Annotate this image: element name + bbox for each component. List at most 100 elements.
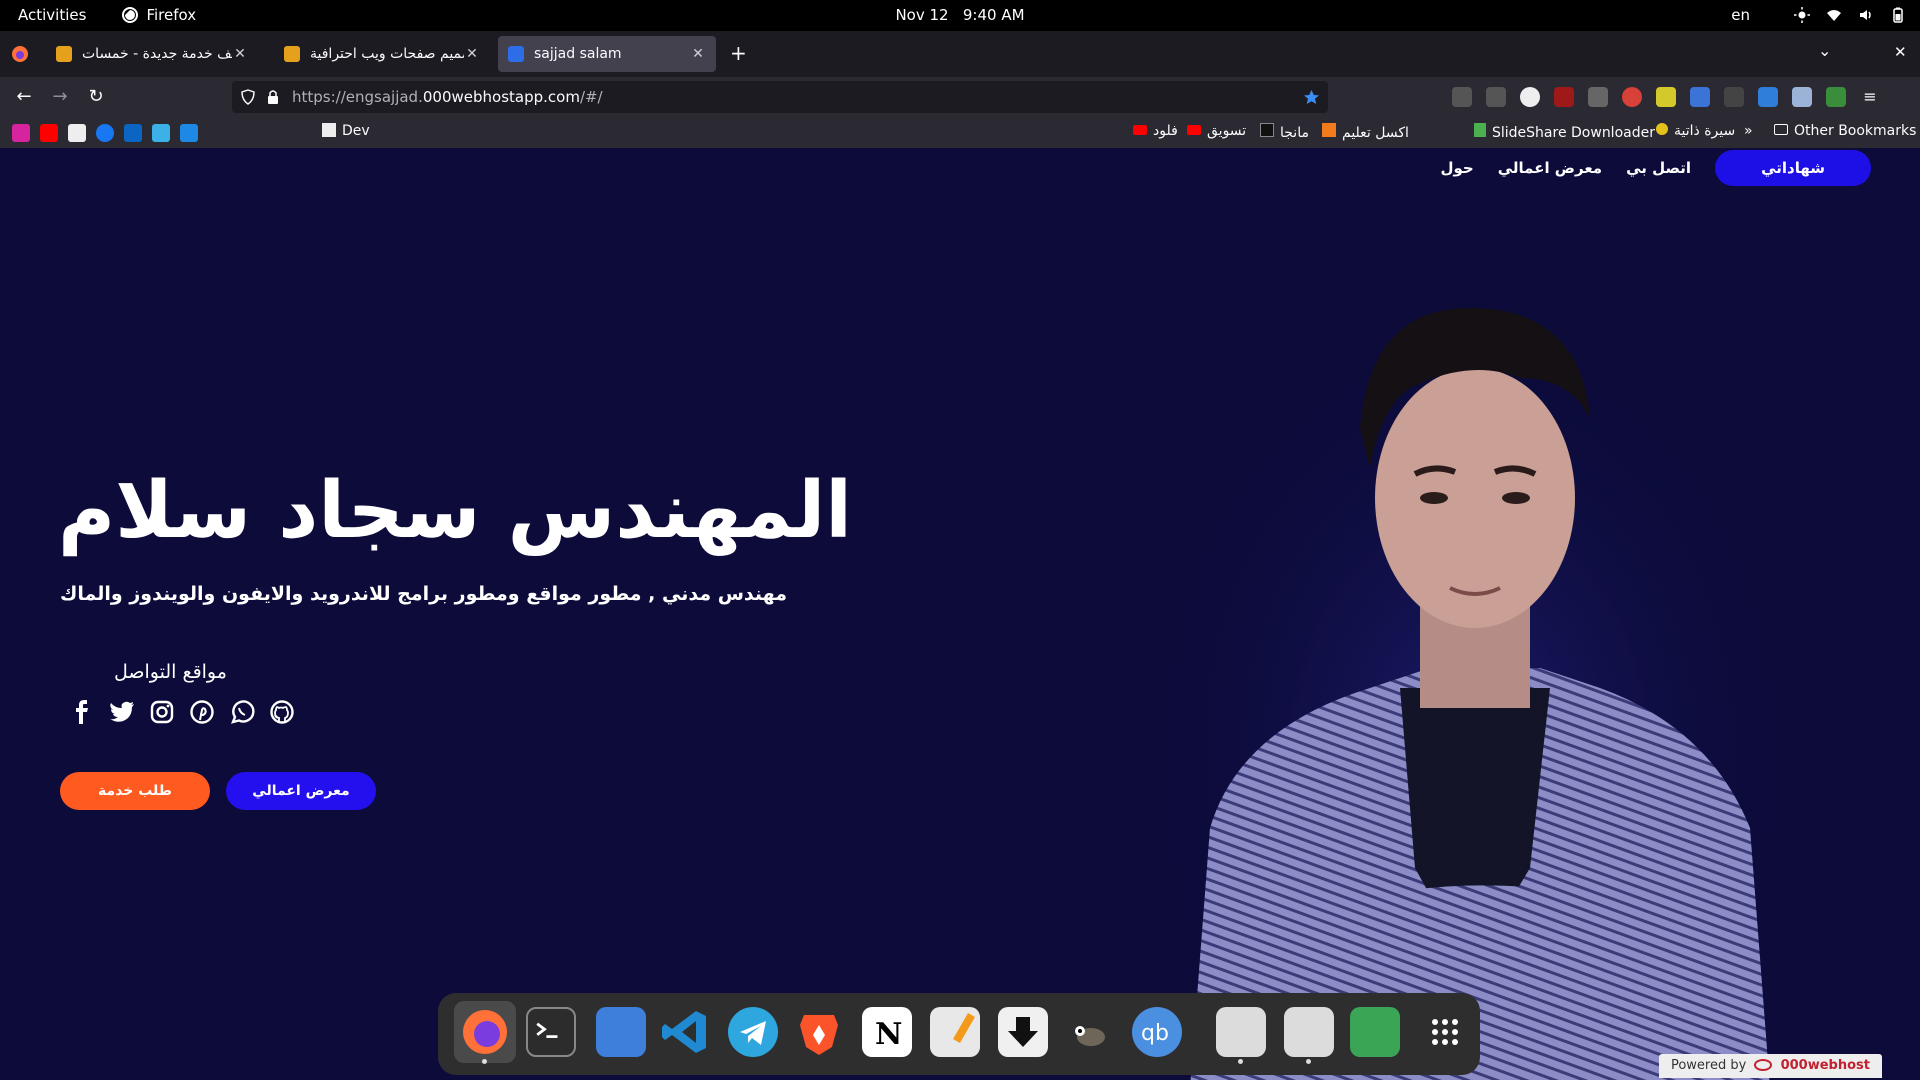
facebook-bookmark-icon[interactable] [96, 124, 114, 142]
slideshare-icon [1474, 123, 1486, 137]
brave-dock-icon[interactable] [794, 1007, 844, 1057]
translate-icon[interactable] [1690, 87, 1710, 107]
wikipedia-extension-icon[interactable] [1520, 87, 1540, 107]
forward-button[interactable]: → [48, 85, 72, 109]
youtube-icon [1133, 125, 1147, 135]
github-icon[interactable] [268, 698, 296, 726]
bookmark-manga[interactable]: مانجا [1260, 123, 1309, 141]
web-page: شهاداتي اتصل بي معرض اعمالي حول المهندس … [0, 148, 1920, 1080]
battery-icon[interactable] [1890, 7, 1906, 23]
tab-title: sajjad salam [534, 46, 622, 62]
webhost-logo-icon [1754, 1059, 1773, 1071]
text-editor-dock-icon[interactable] [930, 1007, 980, 1057]
tracking-protection-icon[interactable] [240, 89, 256, 105]
tab-sajjad-salam[interactable]: sajjad salam ✕ [498, 36, 716, 72]
instagram-bookmark-icon[interactable] [12, 124, 30, 142]
bookmark-label: Other Bookmarks [1794, 123, 1917, 139]
volume-icon[interactable] [1858, 7, 1874, 23]
trash-dock-icon[interactable] [1350, 1007, 1400, 1057]
gimp-dock-icon[interactable] [1066, 1007, 1116, 1057]
notion-bookmark-icon[interactable] [68, 124, 86, 142]
clock[interactable]: Nov 12 9:40 AM [0, 6, 1920, 24]
brightness-icon[interactable] [1794, 7, 1810, 23]
telegram-dock-icon[interactable] [728, 1007, 778, 1057]
dark-reader-icon[interactable] [1724, 87, 1744, 107]
new-tab-button[interactable]: + [730, 41, 747, 65]
bookmark-dev[interactable]: Dev [322, 123, 370, 139]
leaf-extension-icon[interactable] [1826, 87, 1846, 107]
files-dock-icon[interactable] [596, 1007, 646, 1057]
firefox-view-icon[interactable] [11, 45, 29, 63]
bookmark-star-icon[interactable] [1303, 89, 1320, 106]
nav-certificates[interactable]: شهاداتي [1715, 150, 1871, 186]
address-bar[interactable]: https://engsajjad.000webhostapp.com/#/ [232, 81, 1328, 113]
pocket-icon[interactable] [1452, 87, 1472, 107]
keyboard-layout[interactable]: en [1731, 6, 1750, 24]
app-menu-icon[interactable]: ≡ [1860, 87, 1880, 107]
window-close-icon[interactable]: ✕ [1894, 43, 1907, 61]
extensions-toolbar: ≡ [1452, 87, 1880, 107]
instagram-icon[interactable] [148, 698, 176, 726]
linkedin-bookmark-icon[interactable] [124, 124, 142, 142]
bookmark-aksel[interactable]: اكسل تعليم [1322, 123, 1409, 141]
bookmark-slideshare[interactable]: SlideShare Downloader [1474, 123, 1655, 141]
youtube-bookmark-icon[interactable] [40, 124, 58, 142]
profile-photo [1170, 268, 1770, 1080]
firefox-dock-icon[interactable] [454, 1001, 516, 1063]
tab-web-design[interactable]: تصميم صفحات ويب احترافية ✕ [274, 36, 490, 72]
social-heading: مواقع التواصل [114, 661, 227, 683]
volume-extension-icon[interactable] [1588, 87, 1608, 107]
record-extension-icon[interactable] [1622, 87, 1642, 107]
reload-button[interactable]: ↻ [84, 85, 108, 109]
whatsapp-icon[interactable] [228, 698, 256, 726]
bookmark-tasweeq[interactable]: تسويق [1187, 123, 1246, 139]
drive-dock-icon-2[interactable] [1284, 1007, 1334, 1057]
lock-icon[interactable] [266, 89, 280, 105]
nav-portfolio[interactable]: معرض اعمالي [1498, 159, 1602, 177]
facebook-icon[interactable] [68, 698, 96, 726]
plane-extension-icon[interactable] [1758, 87, 1778, 107]
drop-bookmark-icon[interactable] [180, 124, 198, 142]
terminal-dock-icon[interactable] [526, 1007, 576, 1057]
qbittorrent-dock-icon[interactable]: qb [1132, 1007, 1182, 1057]
notion-dock-icon[interactable]: N [862, 1007, 912, 1057]
close-tab-icon[interactable]: ✕ [232, 46, 248, 62]
powered-by-text: Powered by [1670, 1058, 1747, 1073]
tab-strip: أضف خدمة جديدة - خمسات ✕ تصميم صفحات ويب… [0, 31, 1920, 77]
sticky-note-icon[interactable] [1656, 87, 1676, 107]
nav-contact[interactable]: اتصل بي [1626, 159, 1691, 177]
grid-extension-icon[interactable] [1792, 87, 1812, 107]
url-text[interactable]: https://engsajjad.000webhostapp.com/#/ [292, 88, 603, 106]
vscode-dock-icon[interactable] [660, 1007, 710, 1057]
running-indicator [1238, 1059, 1243, 1064]
flutter-bookmark-icon[interactable] [152, 124, 170, 142]
tab-title: أضف خدمة جديدة - خمسات [82, 46, 232, 62]
bookmarks-overflow-chevron[interactable]: » [1744, 123, 1753, 139]
powered-by-badge[interactable]: Powered by 000webhost [1658, 1054, 1882, 1078]
show-apps-icon[interactable] [1420, 1007, 1470, 1057]
back-button[interactable]: ← [12, 85, 36, 109]
ublock-icon[interactable] [1554, 87, 1574, 107]
downloads-icon[interactable] [1486, 87, 1506, 107]
pinterest-icon[interactable] [188, 698, 216, 726]
social-links [68, 698, 296, 726]
portfolio-button[interactable]: معرض اعمالي [226, 772, 376, 810]
wifi-icon[interactable] [1826, 7, 1842, 23]
nav-about[interactable]: حول [1440, 159, 1473, 177]
twitter-icon[interactable] [108, 698, 136, 726]
drive-dock-icon-1[interactable] [1216, 1007, 1266, 1057]
list-all-tabs-icon[interactable]: ⌄ [1818, 41, 1831, 60]
other-bookmarks-folder[interactable]: Other Bookmarks [1774, 123, 1916, 139]
close-tab-icon[interactable]: ✕ [690, 46, 706, 62]
download-manager-dock-icon[interactable] [998, 1007, 1048, 1057]
close-tab-icon[interactable]: ✕ [464, 46, 480, 62]
running-indicator [482, 1059, 487, 1064]
bookmark-floud[interactable]: فلود [1133, 123, 1178, 139]
request-service-button[interactable]: طلب خدمة [60, 772, 210, 810]
url-suffix: /#/ [579, 88, 603, 106]
bookmark-cv[interactable]: سيرة ذاتية [1656, 123, 1735, 139]
bookmarks-toolbar: Dev تسويق فلود مانجا اكسل تعليم SlideSha… [0, 117, 1920, 148]
tab-khamsat-new-service[interactable]: أضف خدمة جديدة - خمسات ✕ [46, 36, 258, 72]
bookmark-label: اكسل تعليم [1342, 125, 1409, 141]
url-prefix: https://engsajjad. [292, 88, 423, 106]
